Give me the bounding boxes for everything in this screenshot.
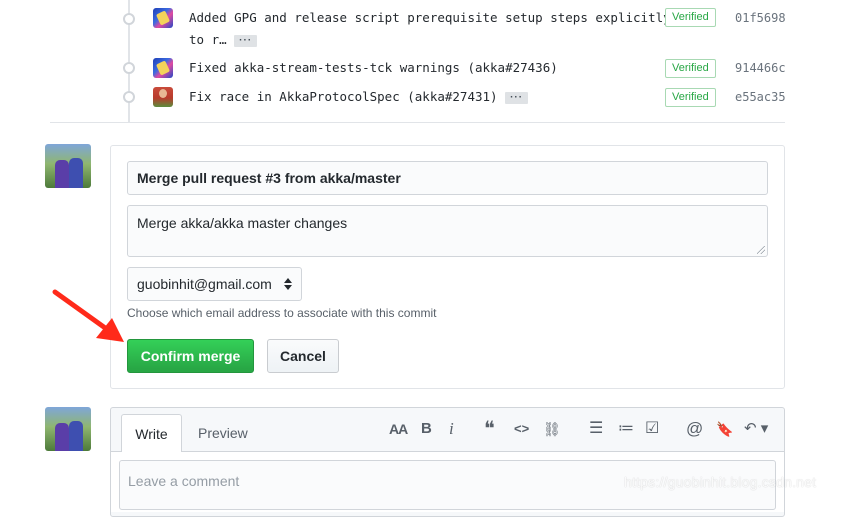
email-select-value: guobinhit@gmail.com [137, 276, 272, 292]
watermark-text: https://guobinhit.blog.csdn.net [624, 474, 817, 490]
commit-dot-icon [123, 13, 135, 25]
commit-message-text[interactable]: Fix race in AkkaProtocolSpec (akka#27431… [189, 89, 498, 104]
expand-message-button[interactable]: ··· [505, 91, 529, 104]
user-avatar[interactable] [45, 407, 91, 451]
merge-message-textarea[interactable]: Merge akka/akka master changes [127, 205, 768, 257]
confirm-merge-button[interactable]: Confirm merge [127, 339, 254, 373]
cancel-button[interactable]: Cancel [267, 339, 339, 373]
commit-message-text[interactable]: Added GPG and release script prerequisit… [189, 10, 671, 25]
commit-message[interactable]: Added GPG and release script prerequisit… [189, 7, 671, 51]
commit-message-text[interactable]: Fixed akka-stream-tests-tck warnings (ak… [189, 60, 558, 75]
ordered-list-icon[interactable]: ≔ [618, 418, 634, 440]
merge-message-text: Merge akka/akka master changes [137, 215, 348, 231]
unordered-list-icon[interactable]: ☰ [589, 418, 603, 440]
mention-icon[interactable]: @ [686, 418, 703, 440]
verified-badge[interactable]: Verified [665, 8, 716, 27]
commit-sha-link[interactable]: 01f5698 [735, 11, 786, 25]
reply-icon[interactable]: ↶ ▾ [744, 418, 768, 440]
commit-message[interactable]: Fixed akka-stream-tests-tck warnings (ak… [189, 57, 659, 79]
commit-sha-link[interactable]: e55ac35 [735, 90, 786, 104]
commit-sha-link[interactable]: 914466c [735, 61, 786, 75]
annotation-arrow-icon [52, 289, 124, 342]
commit-dot-icon [123, 91, 135, 103]
task-list-icon[interactable]: ☑ [645, 418, 659, 440]
italic-icon[interactable]: i [449, 418, 454, 440]
verified-badge[interactable]: Verified [665, 88, 716, 107]
select-arrows-icon [284, 277, 292, 291]
commit-author-avatar[interactable] [153, 8, 173, 28]
commit-author-avatar[interactable] [153, 87, 173, 107]
code-icon[interactable]: <> [514, 418, 529, 440]
expand-message-button[interactable]: ··· [234, 34, 258, 47]
email-select[interactable]: guobinhit@gmail.com [127, 267, 302, 301]
resize-handle-icon[interactable] [757, 246, 765, 254]
verified-badge[interactable]: Verified [665, 59, 716, 78]
merge-title-input[interactable]: Merge pull request #3 from akka/master [127, 161, 768, 195]
header-text-icon[interactable]: AA [389, 418, 408, 440]
quote-icon[interactable]: ❝ [484, 418, 495, 440]
link-icon[interactable]: ⛓ [543, 418, 561, 440]
commit-author-avatar[interactable] [153, 58, 173, 78]
user-avatar[interactable] [45, 144, 91, 188]
bold-icon[interactable]: B [421, 418, 432, 440]
tab-preview[interactable]: Preview [198, 425, 248, 441]
email-help-text: Choose which email address to associate … [127, 306, 437, 320]
commit-message-text-cont[interactable]: to r… [189, 32, 227, 47]
commit-dot-icon [123, 62, 135, 74]
bookmark-icon[interactable]: 🔖 [716, 418, 733, 440]
section-divider [50, 122, 785, 123]
tab-write[interactable]: Write [121, 414, 182, 452]
commit-message[interactable]: Fix race in AkkaProtocolSpec (akka#27431… [189, 86, 659, 108]
